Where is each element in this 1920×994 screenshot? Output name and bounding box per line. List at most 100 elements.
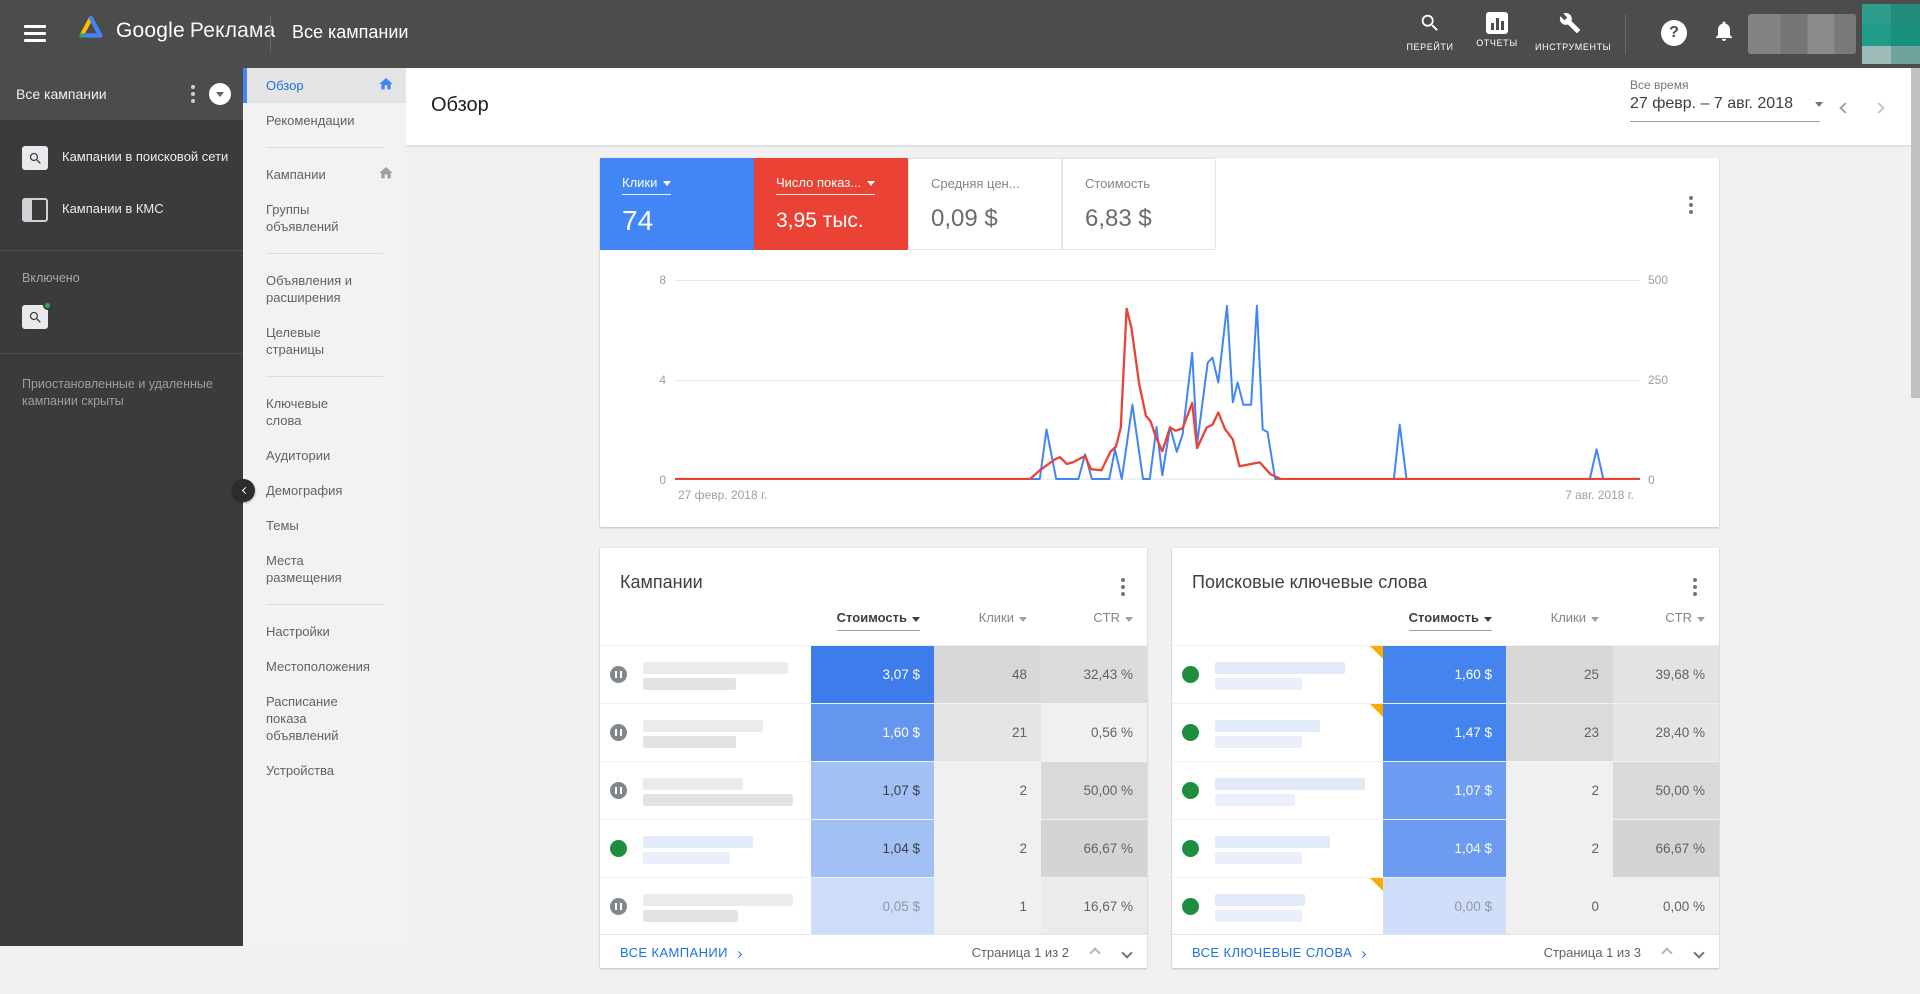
clicks-cell: 21	[934, 704, 1041, 761]
cost-cell: 0,05 $	[811, 878, 934, 935]
date-next-button[interactable]	[1873, 102, 1884, 113]
table-row[interactable]: 1,47 $ 23 28,40 %	[1172, 703, 1719, 761]
clicks-cell: 0	[1506, 878, 1613, 935]
table-row[interactable]: 1,60 $ 25 39,68 %	[1172, 645, 1719, 703]
nav-item-ad-groups[interactable]: Группы объявлений	[243, 192, 363, 244]
x-axis-end-label: 7 авг. 2018 г.	[1565, 488, 1634, 502]
nav-item-campaigns[interactable]: Кампании	[243, 157, 406, 192]
home-icon	[378, 165, 394, 185]
column-header-clicks[interactable]: Клики	[1506, 610, 1599, 630]
collapse-account-icon[interactable]	[209, 83, 231, 105]
nav-item-recommendations[interactable]: Рекомендации	[243, 103, 406, 138]
row-name-cell	[1172, 762, 1383, 819]
card-more-options-icon[interactable]	[1117, 574, 1129, 600]
google-ads-logo[interactable]: GoogleРеклама	[76, 13, 276, 48]
avatar[interactable]	[1862, 4, 1920, 64]
topbar-title: Все кампании	[292, 22, 408, 43]
nav-item-ads-extensions[interactable]: Объявления и расширения	[243, 263, 383, 315]
clicks-cell: 2	[1506, 820, 1613, 877]
chart-more-options-icon[interactable]	[1685, 192, 1697, 218]
nav-item-ad-schedule[interactable]: Расписание показа объявлений	[243, 684, 368, 753]
row-name-cell	[600, 878, 811, 935]
sidebar-divider	[0, 250, 243, 251]
menu-icon[interactable]	[24, 25, 46, 43]
table-row[interactable]: 1,07 $ 2 50,00 %	[600, 761, 1147, 819]
nav-divider	[266, 604, 383, 605]
table-row[interactable]: 1,60 $ 21 0,56 %	[600, 703, 1147, 761]
sidebar-item-enabled-campaign[interactable]	[0, 291, 243, 343]
metric-avg-cpc[interactable]: Средняя цен... 0,09 $	[908, 158, 1062, 250]
page-next-icon[interactable]	[1693, 947, 1704, 958]
keywords-card: Поисковые ключевые слова Стоимость Клики…	[1172, 548, 1719, 968]
time-series-chart[interactable]	[675, 280, 1640, 480]
table-row[interactable]: 1,07 $ 2 50,00 %	[1172, 761, 1719, 819]
sidebar-item-search-campaigns[interactable]: Кампании в поисковой сети	[0, 132, 243, 184]
tools-button[interactable]: ИНСТРУМЕНТЫ	[1535, 12, 1605, 52]
status-icon	[610, 898, 627, 915]
y-right-tick: 250	[1648, 373, 1668, 387]
nav-divider	[266, 376, 383, 377]
metric-avg-cpc-value: 0,09 $	[931, 205, 1061, 233]
nav-item-demographics[interactable]: Демография	[243, 473, 406, 508]
row-name-cell	[600, 762, 811, 819]
nav-item-topics[interactable]: Темы	[243, 508, 406, 543]
nav-item-settings[interactable]: Настройки	[243, 614, 406, 649]
cost-cell: 1,07 $	[1383, 762, 1506, 819]
table-row[interactable]: 1,04 $ 2 66,67 %	[600, 819, 1147, 877]
column-header-cost[interactable]: Стоимость	[811, 610, 920, 631]
enabled-status-dot	[43, 301, 52, 310]
column-header-ctr[interactable]: CTR	[1041, 610, 1133, 630]
card-more-options-icon[interactable]	[1689, 574, 1701, 600]
all-keywords-link[interactable]: ВСЕ КЛЮЧЕВЫЕ СЛОВА	[1192, 945, 1365, 960]
notifications-bell-icon[interactable]	[1712, 19, 1736, 48]
cost-cell: 3,07 $	[811, 646, 934, 703]
date-range-selector[interactable]: Все время 27 февр. – 7 авг. 2018	[1630, 78, 1823, 122]
reports-button[interactable]: ОТЧЕТЫ	[1462, 12, 1532, 48]
cost-cell: 1,07 $	[811, 762, 934, 819]
metric-cost[interactable]: Стоимость 6,83 $	[1062, 158, 1216, 250]
scrollbar[interactable]	[1911, 68, 1920, 946]
pagination: Страница 1 из 2	[972, 945, 1131, 960]
cost-cell: 0,00 $	[1383, 878, 1506, 935]
clicks-cell: 23	[1506, 704, 1613, 761]
metric-impressions-value: 3,95 тыс.	[776, 209, 908, 233]
ctr-cell: 32,43 %	[1041, 646, 1147, 703]
page-prev-icon[interactable]	[1089, 947, 1100, 958]
table-row[interactable]: 3,07 $ 48 32,43 %	[600, 645, 1147, 703]
metric-impressions[interactable]: Число показ... 3,95 тыс.	[754, 158, 908, 250]
nav-item-keywords[interactable]: Ключевые слова	[243, 386, 363, 438]
more-options-icon[interactable]	[187, 81, 199, 107]
campaign-selector-header[interactable]: Все кампании	[0, 68, 243, 120]
goto-button[interactable]: ПЕРЕЙТИ	[1395, 12, 1465, 52]
scrollbar-thumb[interactable]	[1911, 68, 1920, 398]
metric-clicks[interactable]: Клики 74	[600, 158, 754, 250]
nav-item-locations[interactable]: Местоположения	[243, 649, 406, 684]
help-icon[interactable]: ?	[1661, 20, 1687, 46]
column-header-ctr[interactable]: CTR	[1613, 610, 1705, 630]
all-campaigns-link[interactable]: ВСЕ КАМПАНИИ	[620, 945, 741, 960]
row-name-cell	[1172, 646, 1383, 703]
nav-item-placements[interactable]: Места размещения	[243, 543, 363, 595]
collapse-nav-icon[interactable]	[232, 479, 255, 502]
page-prev-icon[interactable]	[1661, 947, 1672, 958]
table-row[interactable]: 0,00 $ 0 0,00 %	[1172, 877, 1719, 935]
table-row[interactable]: 1,04 $ 2 66,67 %	[1172, 819, 1719, 877]
column-header-cost[interactable]: Стоимость	[1383, 610, 1492, 631]
status-icon	[1182, 724, 1199, 741]
table-row[interactable]: 0,05 $ 1 16,67 %	[600, 877, 1147, 935]
card-title: Кампании	[620, 572, 703, 593]
sidebar-item-display-campaigns[interactable]: Кампании в КМС	[0, 184, 243, 236]
nav-item-overview[interactable]: Обзор	[243, 68, 406, 103]
date-prev-button[interactable]	[1839, 102, 1850, 113]
nav-item-audiences[interactable]: Аудитории	[243, 438, 406, 473]
ctr-cell: 50,00 %	[1613, 762, 1719, 819]
google-ads-triangle-icon	[76, 13, 106, 48]
clicks-cell: 2	[934, 762, 1041, 819]
column-header-clicks[interactable]: Клики	[934, 610, 1027, 630]
warning-corner-badge	[1370, 878, 1383, 891]
y-left-tick: 0	[640, 473, 666, 487]
nav-item-landing-pages[interactable]: Целевые страницы	[243, 315, 363, 367]
page-next-icon[interactable]	[1121, 947, 1132, 958]
nav-item-devices[interactable]: Устройства	[243, 753, 406, 788]
chevron-down-icon	[1815, 102, 1823, 107]
